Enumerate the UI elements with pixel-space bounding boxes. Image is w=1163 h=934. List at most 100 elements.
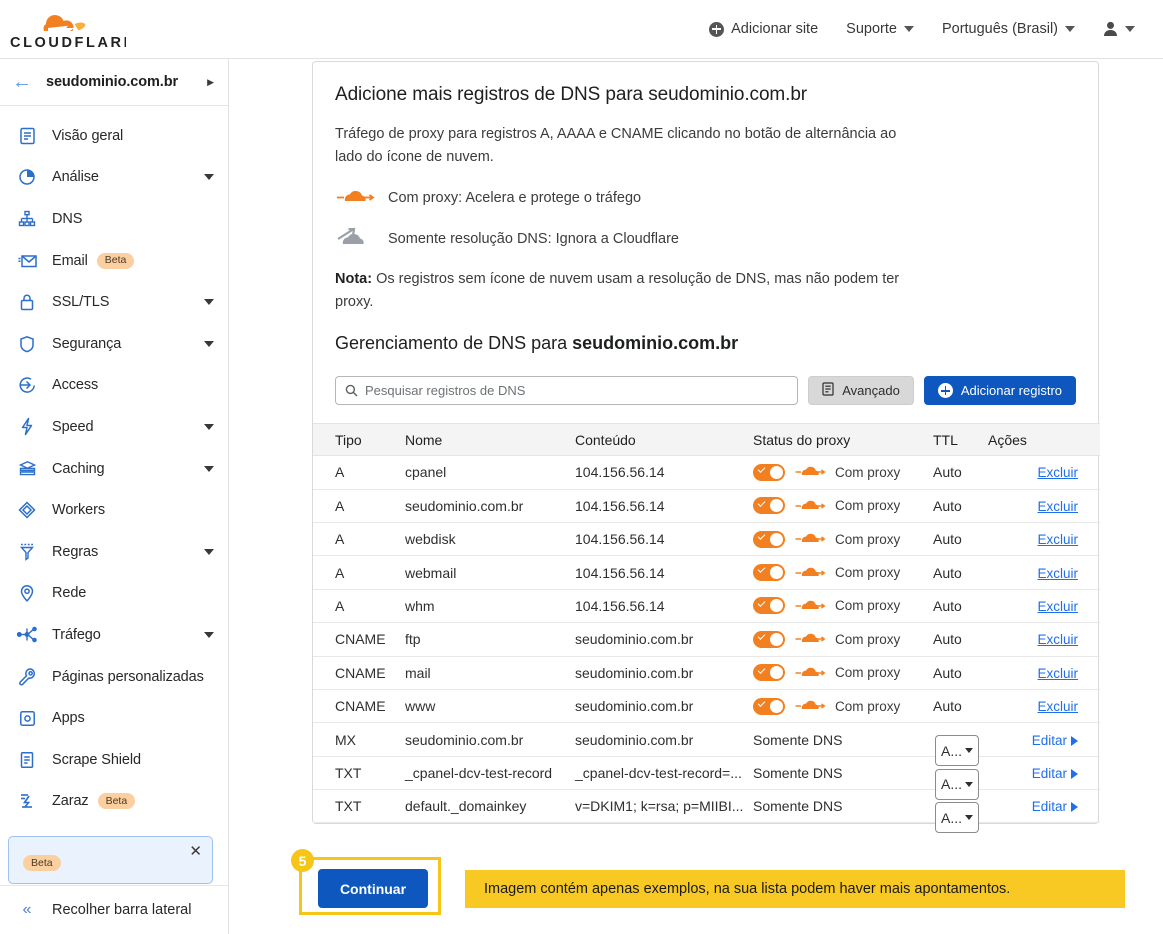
sidebar-domain-header[interactable]: ← seudominio.com.br ▶ xyxy=(0,59,228,106)
delete-record-link[interactable]: Excluir xyxy=(1037,599,1078,614)
table-row: A webdisk 104.156.56.14 Com proxy Auto Ex… xyxy=(313,523,1100,557)
wrench-icon xyxy=(16,666,38,688)
collapse-sidebar-button[interactable]: « Recolher barra lateral xyxy=(0,885,229,934)
sidebar-item-workers[interactable]: Workers xyxy=(0,489,228,531)
sidebar-item-access[interactable]: Access xyxy=(0,365,228,407)
clipboard-icon xyxy=(16,125,38,147)
edit-record-link[interactable]: Editar xyxy=(1032,733,1078,748)
sidebar-domain-label: seudominio.com.br xyxy=(46,74,179,90)
sidebar-item-trafego[interactable]: Tráfego xyxy=(0,614,228,656)
cell-ttl: Auto xyxy=(933,464,962,481)
sidebar-item-dns[interactable]: DNS xyxy=(0,198,228,240)
sidebar-item-visao-geral[interactable]: Visão geral xyxy=(0,115,228,157)
funnel-icon xyxy=(16,541,38,563)
list-document-icon xyxy=(822,382,834,399)
orange-cloud-proxied-icon xyxy=(794,497,826,515)
sidebar-item-regras[interactable]: Regras xyxy=(0,531,228,573)
ttl-select[interactable]: A... xyxy=(935,802,979,834)
sidebar-item-label: Email xyxy=(52,252,88,269)
edit-record-link[interactable]: Editar xyxy=(1032,766,1078,781)
cell-content: seudominio.com.br xyxy=(575,664,694,681)
add-site-button[interactable]: Adicionar site xyxy=(695,15,832,43)
pie-chart-icon xyxy=(16,166,38,188)
account-menu[interactable] xyxy=(1089,15,1149,43)
proxy-toggle[interactable] xyxy=(753,697,785,715)
proxy-toggle[interactable] xyxy=(753,630,785,648)
cell-name: default._domainkey xyxy=(405,798,527,815)
proxy-toggle[interactable] xyxy=(753,497,785,515)
support-menu[interactable]: Suporte xyxy=(832,15,928,43)
sidebar-item-apps[interactable]: Apps xyxy=(0,697,228,739)
cell-name: webdisk xyxy=(405,531,456,548)
chevron-down-icon[interactable] xyxy=(204,340,214,347)
cell-content: 104.156.56.14 xyxy=(575,464,665,481)
proxy-toggle[interactable] xyxy=(753,530,785,548)
ttl-select[interactable]: A... xyxy=(935,735,979,767)
table-body: A cpanel 104.156.56.14 Com proxy Auto Exc… xyxy=(313,456,1100,834)
beta-badge: Beta xyxy=(96,252,135,269)
delete-record-link[interactable]: Excluir xyxy=(1037,465,1078,480)
chevron-down-icon[interactable] xyxy=(204,548,214,555)
delete-record-link[interactable]: Excluir xyxy=(1037,699,1078,714)
delete-record-link[interactable]: Excluir xyxy=(1037,666,1078,681)
sidebar-item-caching[interactable]: Caching xyxy=(0,448,228,490)
close-x-icon[interactable]: ✕ xyxy=(189,844,202,859)
back-arrow-icon[interactable]: ← xyxy=(12,72,32,92)
proxy-toggle[interactable] xyxy=(753,597,785,615)
search-input[interactable] xyxy=(365,383,789,399)
cell-type: TXT xyxy=(335,764,362,781)
legend-proxied-text: Com proxy: Acelera e protege o tráfego xyxy=(388,190,642,207)
sidebar-item-analise[interactable]: Análise xyxy=(0,157,228,199)
chevron-down-icon xyxy=(965,781,973,787)
chevron-down-icon[interactable] xyxy=(204,423,214,430)
sidebar-item-scrape-shield[interactable]: Scrape Shield xyxy=(0,739,228,781)
proxy-toggle[interactable] xyxy=(753,664,785,682)
delete-record-link[interactable]: Excluir xyxy=(1037,499,1078,514)
sidebar-item-seguranca[interactable]: Segurança xyxy=(0,323,228,365)
sidebar-item-zaraz[interactable]: Zaraz Beta xyxy=(0,781,228,823)
proxy-status-label: Somente DNS xyxy=(753,731,843,748)
delete-record-link[interactable]: Excluir xyxy=(1037,566,1078,581)
double-chevron-left-icon: « xyxy=(22,901,32,918)
add-record-button[interactable]: Adicionar registro xyxy=(923,376,1076,406)
beta-promo-box: Beta ✕ xyxy=(8,836,213,884)
sidebar-item-email[interactable]: Email Beta xyxy=(0,240,228,282)
advanced-label: Avançado xyxy=(842,383,900,399)
chevron-down-icon[interactable] xyxy=(204,465,214,472)
orange-cloud-proxied-icon xyxy=(794,530,826,548)
chevron-right-icon[interactable]: ▶ xyxy=(207,77,214,88)
sidebar-item-paginas-personalizadas[interactable]: Páginas personalizadas xyxy=(0,656,228,698)
continue-button[interactable]: Continuar xyxy=(318,869,428,908)
sidebar-item-speed[interactable]: Speed xyxy=(0,406,228,448)
cell-ttl: Auto xyxy=(933,531,962,548)
step-number-badge: 5 xyxy=(291,849,314,872)
search-box[interactable] xyxy=(335,376,799,406)
cloudflare-logo[interactable]: CLOUDFLARE xyxy=(8,8,126,51)
info-banner: Imagem contém apenas exemplos, na sua li… xyxy=(465,870,1125,908)
proxy-toggle[interactable] xyxy=(753,564,785,582)
column-header-conteudo: Conteúdo xyxy=(575,431,636,448)
advanced-button[interactable]: Avançado xyxy=(808,376,914,406)
cell-content: seudominio.com.br xyxy=(575,731,694,748)
column-header-acoes: Ações xyxy=(988,431,1027,448)
chevron-down-icon[interactable] xyxy=(204,174,214,181)
edit-record-link[interactable]: Editar xyxy=(1032,799,1078,814)
cell-name: cpanel xyxy=(405,464,447,481)
lightning-bolt-icon xyxy=(16,416,38,438)
plus-circle-icon xyxy=(709,21,725,37)
cell-actions: Editar xyxy=(988,732,1100,748)
delete-record-link[interactable]: Excluir xyxy=(1037,532,1078,547)
chevron-down-icon[interactable] xyxy=(204,631,214,638)
sidebar-item-ssl-tls[interactable]: SSL/TLS xyxy=(0,281,228,323)
proxy-toggle[interactable] xyxy=(753,463,785,481)
sidebar-item-label: Regras xyxy=(52,543,99,560)
chevron-down-icon xyxy=(1125,26,1135,32)
language-menu[interactable]: Português (Brasil) xyxy=(928,15,1089,43)
chevron-down-icon[interactable] xyxy=(204,299,214,306)
ttl-select[interactable]: A... xyxy=(935,768,979,800)
cell-ttl: Auto xyxy=(933,597,962,614)
cell-content: 104.156.56.14 xyxy=(575,597,665,614)
sidebar-item-rede[interactable]: Rede xyxy=(0,573,228,615)
delete-record-link[interactable]: Excluir xyxy=(1037,632,1078,647)
legend-dns-only-text: Somente resolução DNS: Ignora a Cloudfla… xyxy=(388,231,679,248)
